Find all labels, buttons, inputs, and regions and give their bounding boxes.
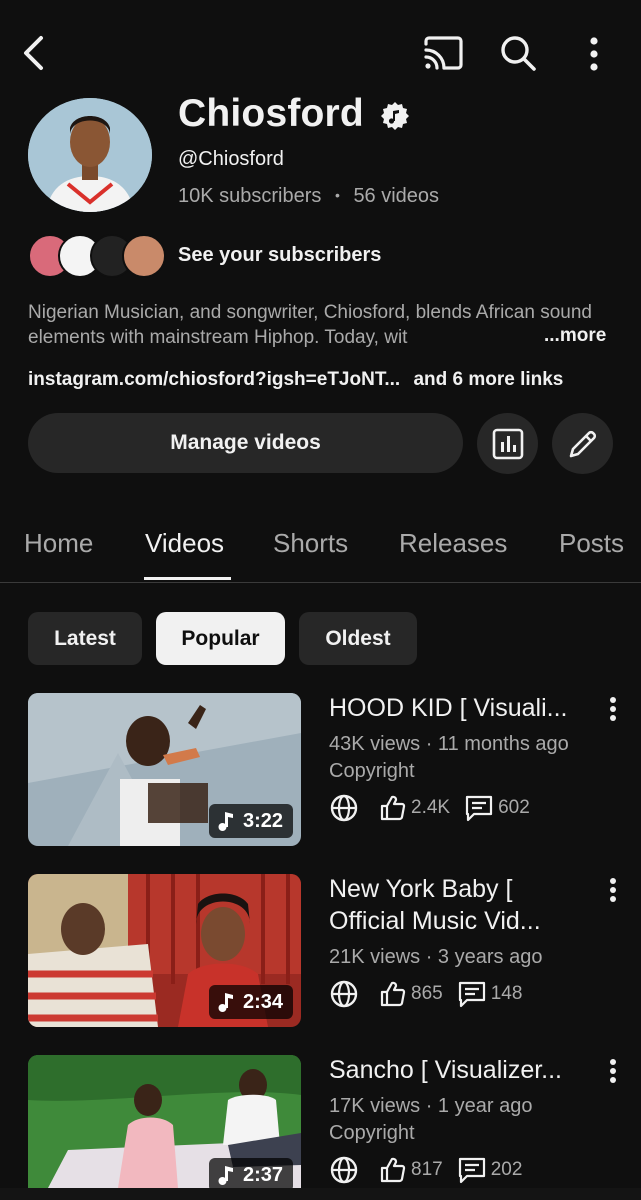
verified-music-icon xyxy=(380,101,410,131)
video-thumbnail[interactable]: 2:37 xyxy=(28,1055,301,1188)
subscriber-count: 10K subscribers xyxy=(178,185,322,207)
comment-count: 148 xyxy=(490,983,523,1004)
music-note-icon xyxy=(218,993,233,1012)
comments-stat: 602 xyxy=(464,794,530,822)
description-more-link[interactable]: ...more xyxy=(540,325,607,347)
video-copyright: Copyright xyxy=(329,760,415,782)
globe-icon xyxy=(329,793,359,823)
chip-popular[interactable]: Popular xyxy=(156,612,285,665)
subscriber-avatars[interactable] xyxy=(28,234,168,278)
comment-count: 202 xyxy=(490,1159,523,1180)
chip-oldest[interactable]: Oldest xyxy=(299,612,417,665)
more-links[interactable]: and 6 more links xyxy=(413,369,563,390)
tab-posts[interactable]: Posts xyxy=(559,528,624,559)
channel-tabs: Home Videos Shorts Releases Posts xyxy=(0,520,641,583)
likes-stat: 2.4K xyxy=(379,794,450,822)
comment-icon xyxy=(458,981,485,1008)
music-note-icon xyxy=(218,812,233,831)
active-tab-indicator xyxy=(144,577,231,580)
analytics-button[interactable] xyxy=(477,413,538,474)
video-title[interactable]: Sancho [ Visualizer... xyxy=(329,1054,584,1086)
channel-avatar[interactable] xyxy=(28,98,152,212)
video-title[interactable]: HOOD KID [ Visuali... xyxy=(329,692,584,724)
comments-stat: 202 xyxy=(457,1156,523,1184)
globe-icon xyxy=(329,979,359,1009)
more-vert-icon[interactable] xyxy=(580,34,608,74)
video-title[interactable]: New York Baby [ Official Music Vid... xyxy=(329,873,584,937)
comment-count: 602 xyxy=(498,797,530,818)
see-subscribers-link[interactable]: See your subscribers xyxy=(178,244,381,267)
video-count: 56 videos xyxy=(353,185,440,207)
edit-button[interactable] xyxy=(552,413,613,474)
stats-separator: • xyxy=(334,187,340,203)
likes-stat: 865 xyxy=(379,980,443,1008)
channel-description[interactable]: Nigerian Musician, and songwriter, Chios… xyxy=(28,300,618,350)
globe-icon xyxy=(329,1155,359,1185)
duration-text: 2:37 xyxy=(242,1163,283,1186)
like-count: 2.4K xyxy=(411,797,451,818)
top-app-bar xyxy=(0,0,641,100)
tab-releases[interactable]: Releases xyxy=(399,528,507,559)
video-stats: 2.4K 602 xyxy=(329,793,544,823)
chip-latest[interactable]: Latest xyxy=(28,612,142,665)
tab-shorts[interactable]: Shorts xyxy=(273,528,348,559)
video-thumbnail[interactable]: 3:22 xyxy=(28,693,301,846)
tab-videos[interactable]: Videos xyxy=(145,528,224,559)
cast-icon[interactable] xyxy=(420,32,466,74)
video-stats: 817 202 xyxy=(329,1155,536,1185)
duration-text: 3:22 xyxy=(242,809,283,832)
comment-icon xyxy=(465,795,493,822)
video-stats: 865 148 xyxy=(329,979,536,1009)
video-copyright: Copyright xyxy=(329,1122,415,1144)
thumbs-up-icon xyxy=(380,981,406,1007)
music-note-icon xyxy=(218,1166,233,1185)
comments-stat: 148 xyxy=(457,980,523,1008)
channel-stats: 10K subscribers • 56 videos xyxy=(178,185,439,208)
comment-icon xyxy=(458,1157,485,1184)
like-count: 865 xyxy=(411,983,443,1004)
search-icon[interactable] xyxy=(497,32,539,74)
duration-text: 2:34 xyxy=(242,990,283,1013)
more-vert-icon[interactable] xyxy=(600,694,626,724)
edit-pencil-icon xyxy=(569,430,596,457)
video-meta: 17K views · 1 year ago xyxy=(329,1095,533,1117)
more-vert-icon[interactable] xyxy=(600,875,626,905)
video-meta: 21K views · 3 years ago xyxy=(329,946,543,968)
manage-videos-button[interactable]: Manage videos xyxy=(28,413,463,473)
analytics-icon xyxy=(492,428,523,459)
video-duration-badge: 2:37 xyxy=(208,1158,293,1188)
likes-stat: 817 xyxy=(379,1156,443,1184)
primary-link[interactable]: instagram.com/chiosford?igsh=eTJoNT... xyxy=(28,369,400,390)
video-meta: 43K views · 11 months ago xyxy=(329,733,569,755)
back-arrow-icon[interactable] xyxy=(14,30,54,76)
video-duration-badge: 2:34 xyxy=(208,985,293,1019)
thumbs-up-icon xyxy=(380,1157,406,1183)
bottom-nav-edge xyxy=(0,1188,641,1200)
channel-name: Chiosford xyxy=(178,92,364,135)
tab-home[interactable]: Home xyxy=(24,528,93,559)
video-thumbnail[interactable]: 2:34 xyxy=(28,874,301,1027)
video-duration-badge: 3:22 xyxy=(208,804,293,838)
subscriber-avatar xyxy=(122,234,166,278)
more-vert-icon[interactable] xyxy=(600,1056,626,1086)
thumbs-up-icon xyxy=(380,795,406,821)
like-count: 817 xyxy=(411,1159,443,1180)
channel-handle: @Chiosford xyxy=(178,148,284,170)
channel-links[interactable]: instagram.com/chiosford?igsh=eTJoNT... a… xyxy=(28,369,563,391)
